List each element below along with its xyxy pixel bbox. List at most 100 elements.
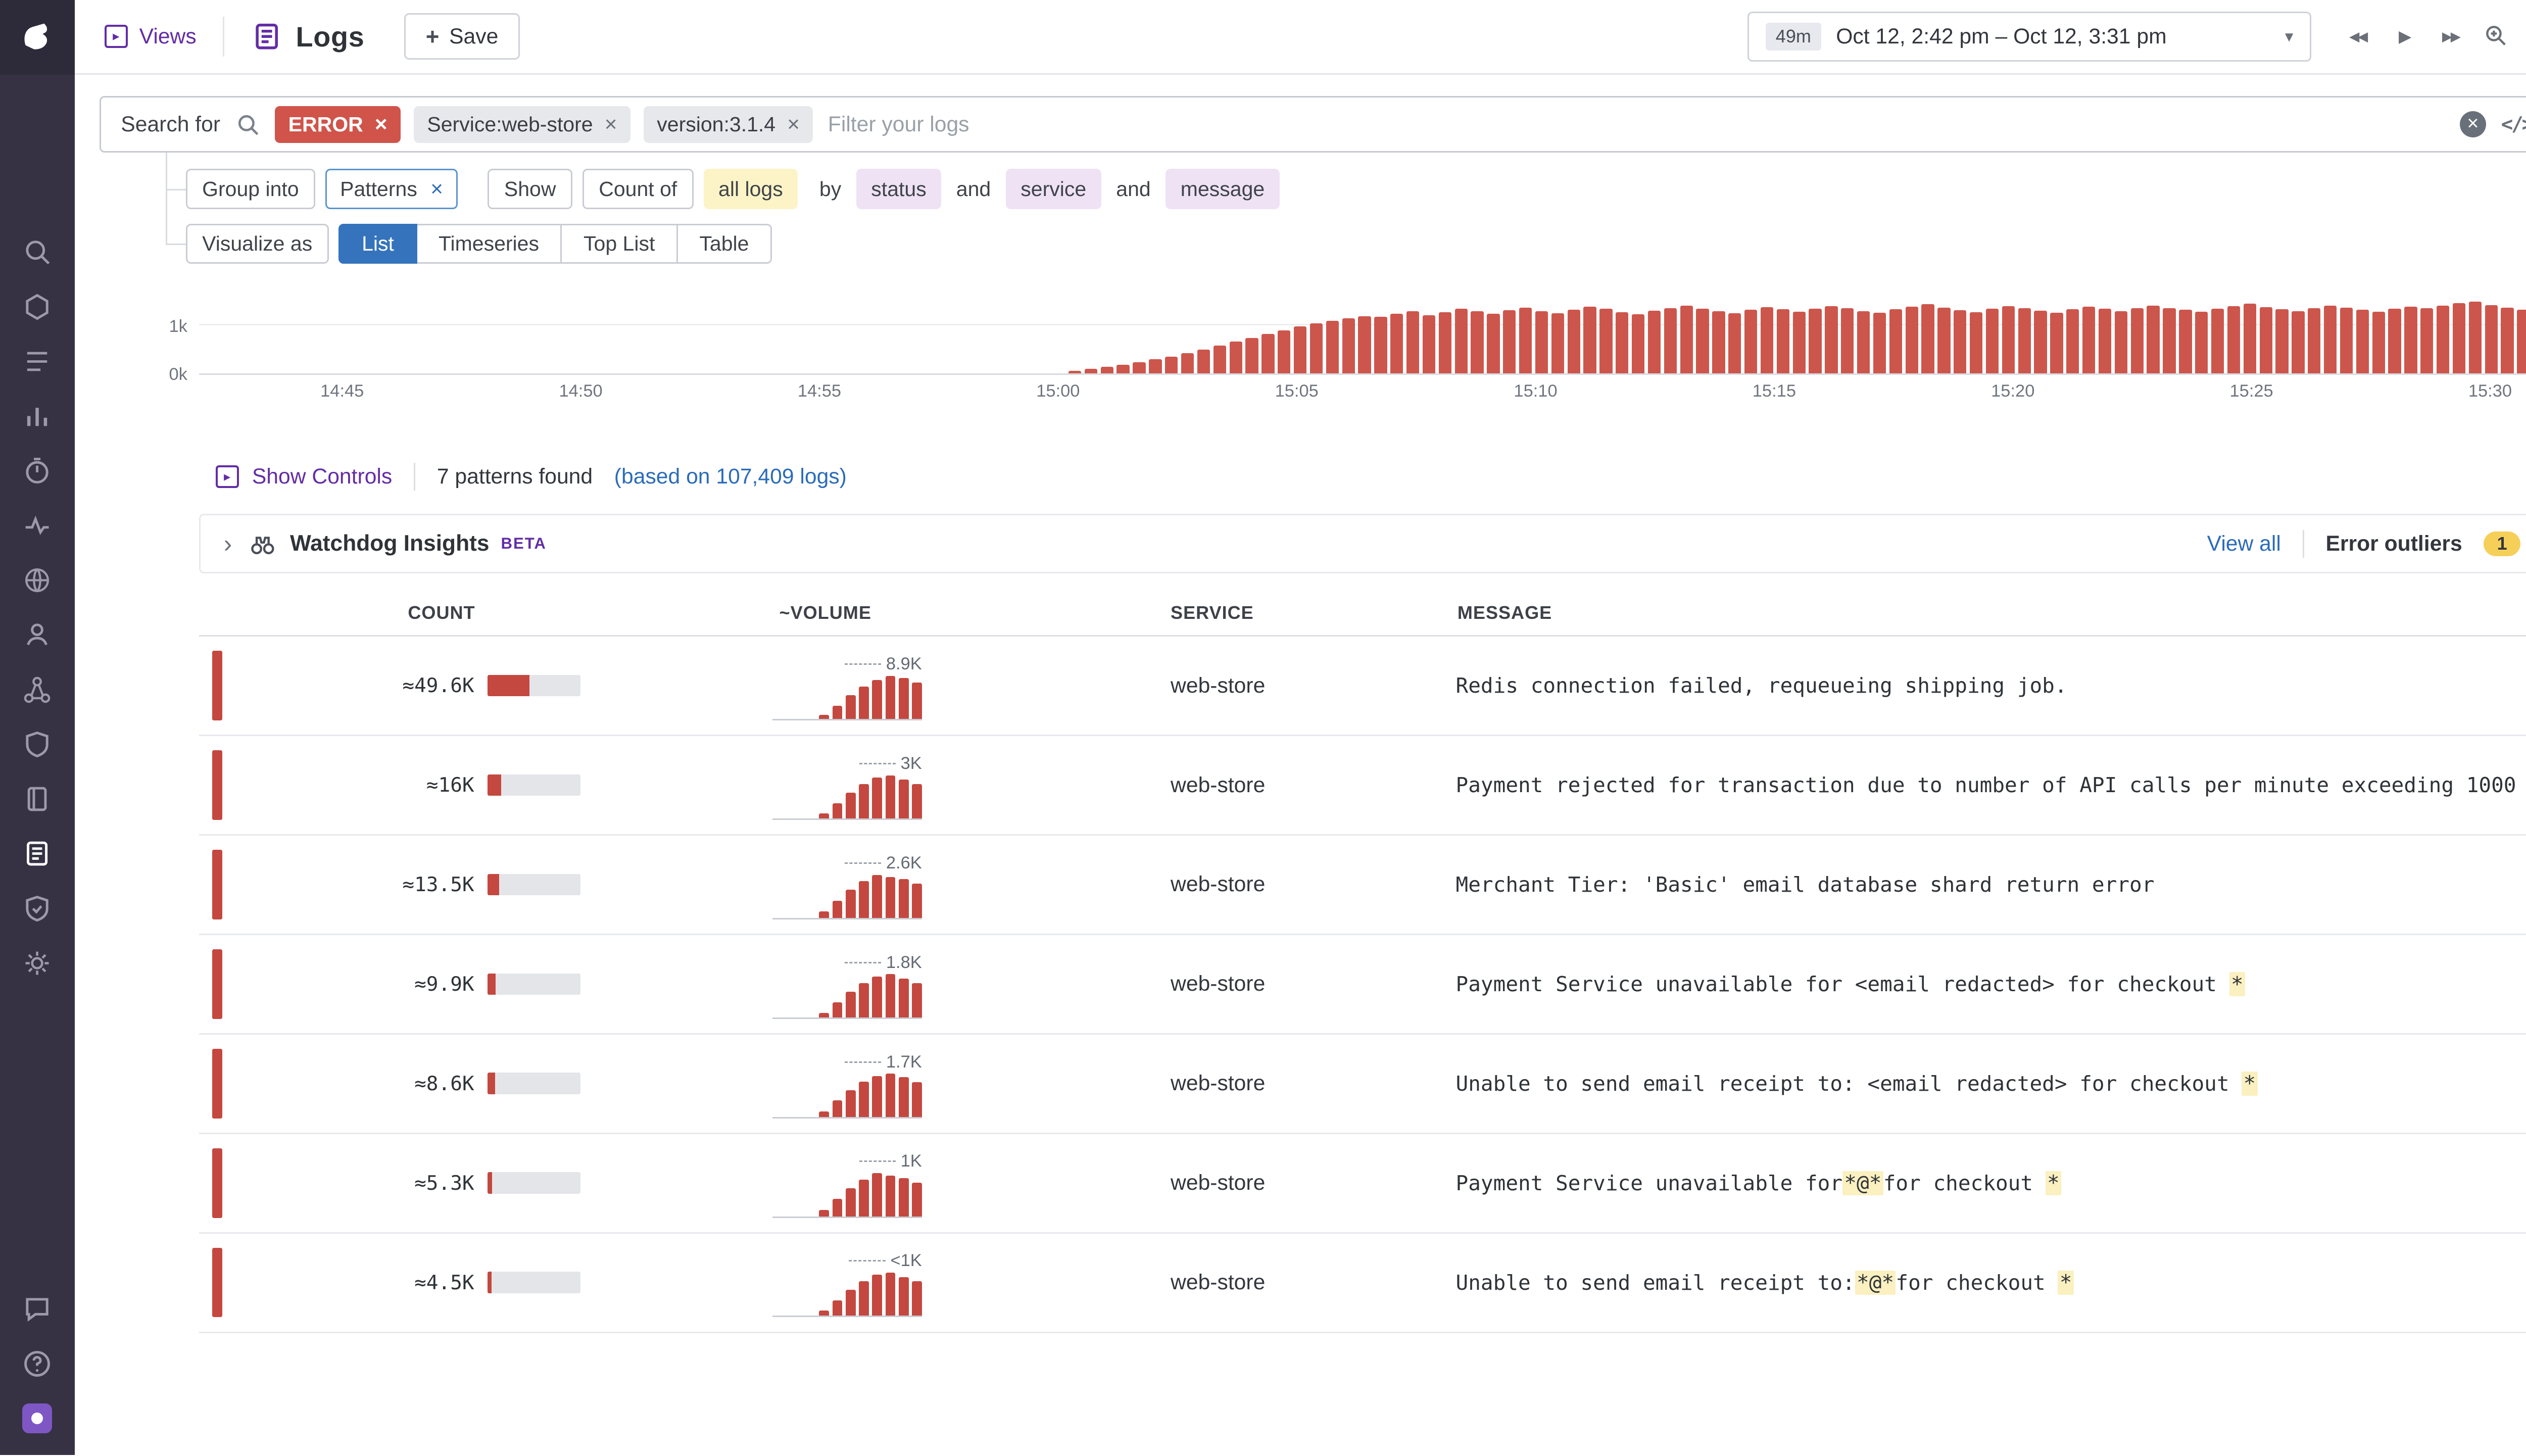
measure-select[interactable]: all logs bbox=[704, 169, 798, 209]
remove-filter-icon[interactable]: × bbox=[787, 114, 800, 135]
time-range-text: Oct 12, 2:42 pm – Oct 12, 3:31 pm bbox=[1836, 24, 2166, 49]
raw-query-icon[interactable]: </> bbox=[2501, 113, 2526, 136]
viz-option-top-list[interactable]: Top List bbox=[560, 224, 678, 264]
histogram-bar bbox=[2324, 306, 2337, 373]
filter-chip[interactable]: ERROR× bbox=[275, 106, 401, 143]
histogram-bar bbox=[2469, 302, 2482, 373]
based-on-link[interactable]: (based on 107,409 logs) bbox=[614, 464, 847, 489]
sidebar-item-search[interactable] bbox=[22, 237, 52, 267]
histogram-bar bbox=[1889, 309, 1902, 373]
histogram-bar bbox=[1954, 310, 1966, 373]
column-header-volume[interactable]: ~VOLUME bbox=[772, 602, 1164, 623]
org-avatar[interactable] bbox=[22, 1403, 52, 1433]
save-button[interactable]: + Save bbox=[404, 13, 520, 60]
sidebar-item-logs[interactable] bbox=[22, 839, 52, 868]
remove-filter-icon[interactable]: × bbox=[375, 114, 387, 135]
error-outliers-label[interactable]: Error outliers bbox=[2325, 531, 2462, 556]
service-cell: web-store bbox=[1164, 972, 1451, 996]
table-row[interactable]: ≈49.6K8.9Kweb-storeRedis connection fail… bbox=[199, 637, 2526, 736]
skip-forward-button[interactable]: ▶▶ bbox=[2431, 17, 2470, 57]
search-input[interactable] bbox=[828, 112, 2445, 137]
table-row[interactable]: ≈9.9K1.8Kweb-storePayment Service unavai… bbox=[199, 935, 2526, 1035]
count-bar bbox=[488, 675, 580, 697]
table-row[interactable]: ≈5.3K1Kweb-storePayment Service unavaila… bbox=[199, 1134, 2526, 1234]
sidebar-item-infrastructure[interactable] bbox=[22, 292, 52, 322]
histogram-bar bbox=[2227, 306, 2240, 373]
count-bar-fill bbox=[488, 1172, 492, 1194]
search-bar[interactable]: Search for ERROR×Service:web-store×versi… bbox=[100, 96, 2526, 153]
page-title: Logs bbox=[296, 20, 365, 53]
volume-bar bbox=[912, 884, 922, 918]
sidebar-item-rum[interactable] bbox=[22, 620, 52, 650]
histogram-bar bbox=[1793, 312, 1806, 373]
sidebar-item-events[interactable] bbox=[22, 347, 52, 376]
group-chip-patterns[interactable]: Patterns × bbox=[325, 169, 458, 209]
status-indicator bbox=[212, 949, 222, 1019]
plus-icon: + bbox=[426, 23, 440, 50]
skip-back-button[interactable]: ◀◀ bbox=[2338, 17, 2378, 57]
datadog-logo[interactable] bbox=[0, 0, 75, 75]
group-into-row: Group into Patterns × Show Count of all … bbox=[186, 167, 2526, 210]
message-segment: Payment Service unavailable for <email r… bbox=[1456, 972, 2229, 996]
volume-bar bbox=[859, 881, 869, 918]
sidebar-bottom bbox=[22, 1294, 52, 1455]
refresh-button[interactable] bbox=[2523, 17, 2526, 57]
status-indicator bbox=[212, 1248, 222, 1318]
zoom-button[interactable] bbox=[2477, 17, 2517, 57]
help-icon[interactable] bbox=[22, 1349, 52, 1379]
table-row[interactable]: ≈4.5K<1Kweb-storeUnable to send email re… bbox=[199, 1234, 2526, 1333]
sidebar-item-network[interactable] bbox=[22, 675, 52, 705]
histogram-plot[interactable] bbox=[199, 302, 2526, 374]
sidebar-item-metrics[interactable] bbox=[22, 401, 52, 431]
count-bar bbox=[488, 1172, 580, 1194]
remove-group-icon[interactable]: × bbox=[430, 178, 443, 200]
sidebar-item-monitors[interactable] bbox=[22, 511, 52, 541]
viz-option-list[interactable]: List bbox=[338, 224, 417, 264]
filter-chip[interactable]: version:3.1.4× bbox=[644, 106, 813, 143]
x-axis-label: 15:15 bbox=[1753, 381, 1796, 401]
count-of-select[interactable]: Count of bbox=[582, 169, 694, 209]
show-controls-button[interactable]: ▸ Show Controls bbox=[216, 464, 393, 489]
facet-chip-message[interactable]: message bbox=[1165, 169, 1280, 209]
volume-bar bbox=[872, 680, 882, 719]
volume-bar bbox=[886, 877, 896, 918]
volume-bar bbox=[833, 1100, 843, 1117]
remove-filter-icon[interactable]: × bbox=[605, 114, 617, 135]
chat-icon[interactable] bbox=[22, 1294, 52, 1324]
view-all-link[interactable]: View all bbox=[2207, 531, 2281, 556]
viz-option-timeseries[interactable]: Timeseries bbox=[415, 224, 562, 264]
clear-search-icon[interactable]: × bbox=[2460, 111, 2487, 138]
volume-bar bbox=[846, 793, 856, 818]
views-button[interactable]: ▸ Views bbox=[105, 24, 197, 49]
sidebar-item-apm[interactable] bbox=[22, 456, 52, 486]
service-cell: web-store bbox=[1164, 1270, 1451, 1295]
message-segment: Unable to send email receipt to: <email … bbox=[1456, 1072, 2242, 1096]
sidebar-item-compliance[interactable] bbox=[22, 894, 52, 924]
table-row[interactable]: ≈16K3Kweb-storePayment rejected for tran… bbox=[199, 736, 2526, 836]
sidebar-item-notebooks[interactable] bbox=[22, 784, 52, 814]
histogram-bar bbox=[1439, 312, 1451, 373]
table-row[interactable]: ≈8.6K1.7Kweb-storeUnable to send email r… bbox=[199, 1035, 2526, 1134]
chevron-right-icon[interactable]: › bbox=[224, 529, 232, 558]
histogram-bar bbox=[2292, 311, 2304, 373]
log-histogram[interactable]: 1k 0k 14:4514:5014:5515:0015:0515:1015:1… bbox=[75, 302, 2526, 406]
volume-bar bbox=[833, 706, 843, 719]
sidebar-item-settings[interactable] bbox=[22, 948, 52, 978]
play-button[interactable]: ▶ bbox=[2385, 17, 2424, 57]
histogram-bar bbox=[1245, 338, 1258, 373]
histogram-bar bbox=[2179, 310, 2192, 373]
sidebar-item-security[interactable] bbox=[22, 730, 52, 759]
message-segment: Redis connection failed, requeueing ship… bbox=[1456, 673, 2067, 698]
sidebar-item-synthetics[interactable] bbox=[22, 565, 52, 595]
column-header-message[interactable]: MESSAGE bbox=[1451, 602, 2526, 623]
time-range-picker[interactable]: 49m Oct 12, 2:42 pm – Oct 12, 3:31 pm ▾ bbox=[1747, 12, 2311, 61]
facet-chip-service[interactable]: service bbox=[1006, 169, 1101, 209]
viz-option-table[interactable]: Table bbox=[676, 224, 772, 264]
table-row[interactable]: ≈13.5K2.6Kweb-storeMerchant Tier: 'Basic… bbox=[199, 836, 2526, 935]
histogram-bar bbox=[1744, 310, 1757, 373]
filter-chip[interactable]: Service:web-store× bbox=[414, 106, 630, 143]
column-header-count[interactable]: COUNT bbox=[225, 602, 772, 623]
count-bar-fill bbox=[488, 774, 502, 796]
column-header-service[interactable]: SERVICE bbox=[1164, 602, 1451, 623]
facet-chip-status[interactable]: status bbox=[856, 169, 942, 209]
